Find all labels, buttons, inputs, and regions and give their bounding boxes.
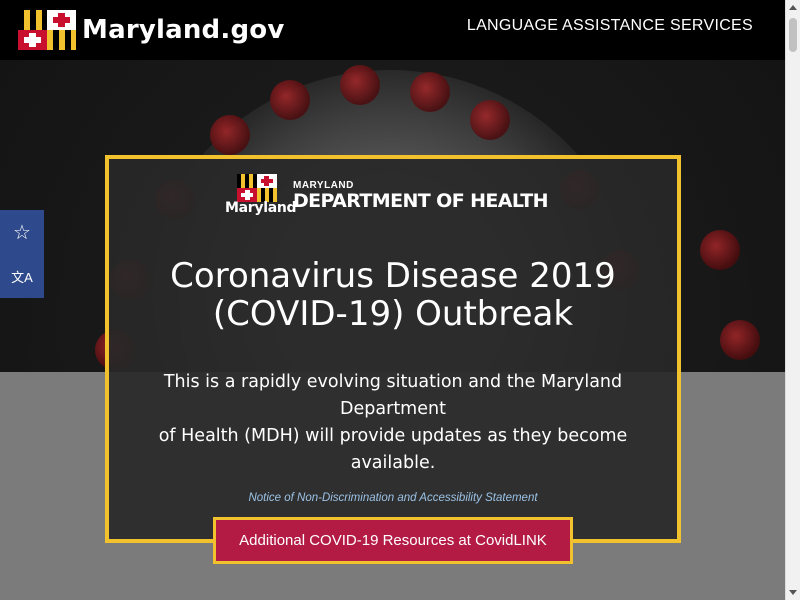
language-assistance-link[interactable]: LANGUAGE ASSISTANCE SERVICES xyxy=(467,17,753,35)
maryland-flag-icon xyxy=(18,10,76,50)
translate-icon[interactable]: 文A xyxy=(0,254,44,298)
page-title: Coronavirus Disease 2019 (COVID-19) Outb… xyxy=(109,257,677,333)
virus-spike xyxy=(410,72,450,112)
site-name: Maryland.gov xyxy=(82,15,285,45)
title-line: Coronavirus Disease 2019 xyxy=(170,256,616,296)
virus-spike xyxy=(210,115,250,155)
top-navigation-bar: Maryland.gov LANGUAGE ASSISTANCE SERVICE… xyxy=(0,0,785,60)
virus-spike xyxy=(720,320,760,360)
virus-spike xyxy=(700,230,740,270)
side-toolbar: ☆ 文A xyxy=(0,210,44,298)
mdh-logo-script: Maryland xyxy=(225,200,297,216)
description-line: available. xyxy=(350,453,436,473)
maryland-flag-icon xyxy=(237,174,277,202)
vertical-scrollbar[interactable] xyxy=(785,0,800,600)
virus-spike xyxy=(270,80,310,120)
description-line: of Health (MDH) will provide updates as … xyxy=(158,426,628,446)
mdh-logo-text: MARYLAND DEPARTMENT OF HEALTH xyxy=(293,181,549,212)
virus-spike xyxy=(340,65,380,105)
mdh-logo: Maryland MARYLAND DEPARTMENT OF HEALTH xyxy=(225,174,549,218)
description-line: This is a rapidly evolving situation and… xyxy=(163,372,623,392)
mdh-flag-mark: Maryland xyxy=(225,174,297,218)
star-icon[interactable]: ☆ xyxy=(0,210,44,254)
scroll-up-icon[interactable] xyxy=(789,5,797,10)
covidlink-resources-button[interactable]: Additional COVID-19 Resources at CovidLI… xyxy=(213,517,573,564)
covid-announcement-panel: Maryland MARYLAND DEPARTMENT OF HEALTH C… xyxy=(105,155,681,543)
announcement-description: This is a rapidly evolving situation and… xyxy=(139,369,647,477)
site-brand[interactable]: Maryland.gov xyxy=(18,10,284,50)
mdh-logo-department: DEPARTMENT OF HEALTH xyxy=(293,190,549,212)
description-line: Department xyxy=(340,399,446,419)
non-discrimination-notice-link[interactable]: Notice of Non-Discrimination and Accessi… xyxy=(109,492,677,504)
virus-spike xyxy=(470,100,510,140)
scroll-down-icon[interactable] xyxy=(789,590,797,595)
scroll-thumb[interactable] xyxy=(789,18,797,52)
title-line: (COVID-19) Outbreak xyxy=(212,294,574,334)
